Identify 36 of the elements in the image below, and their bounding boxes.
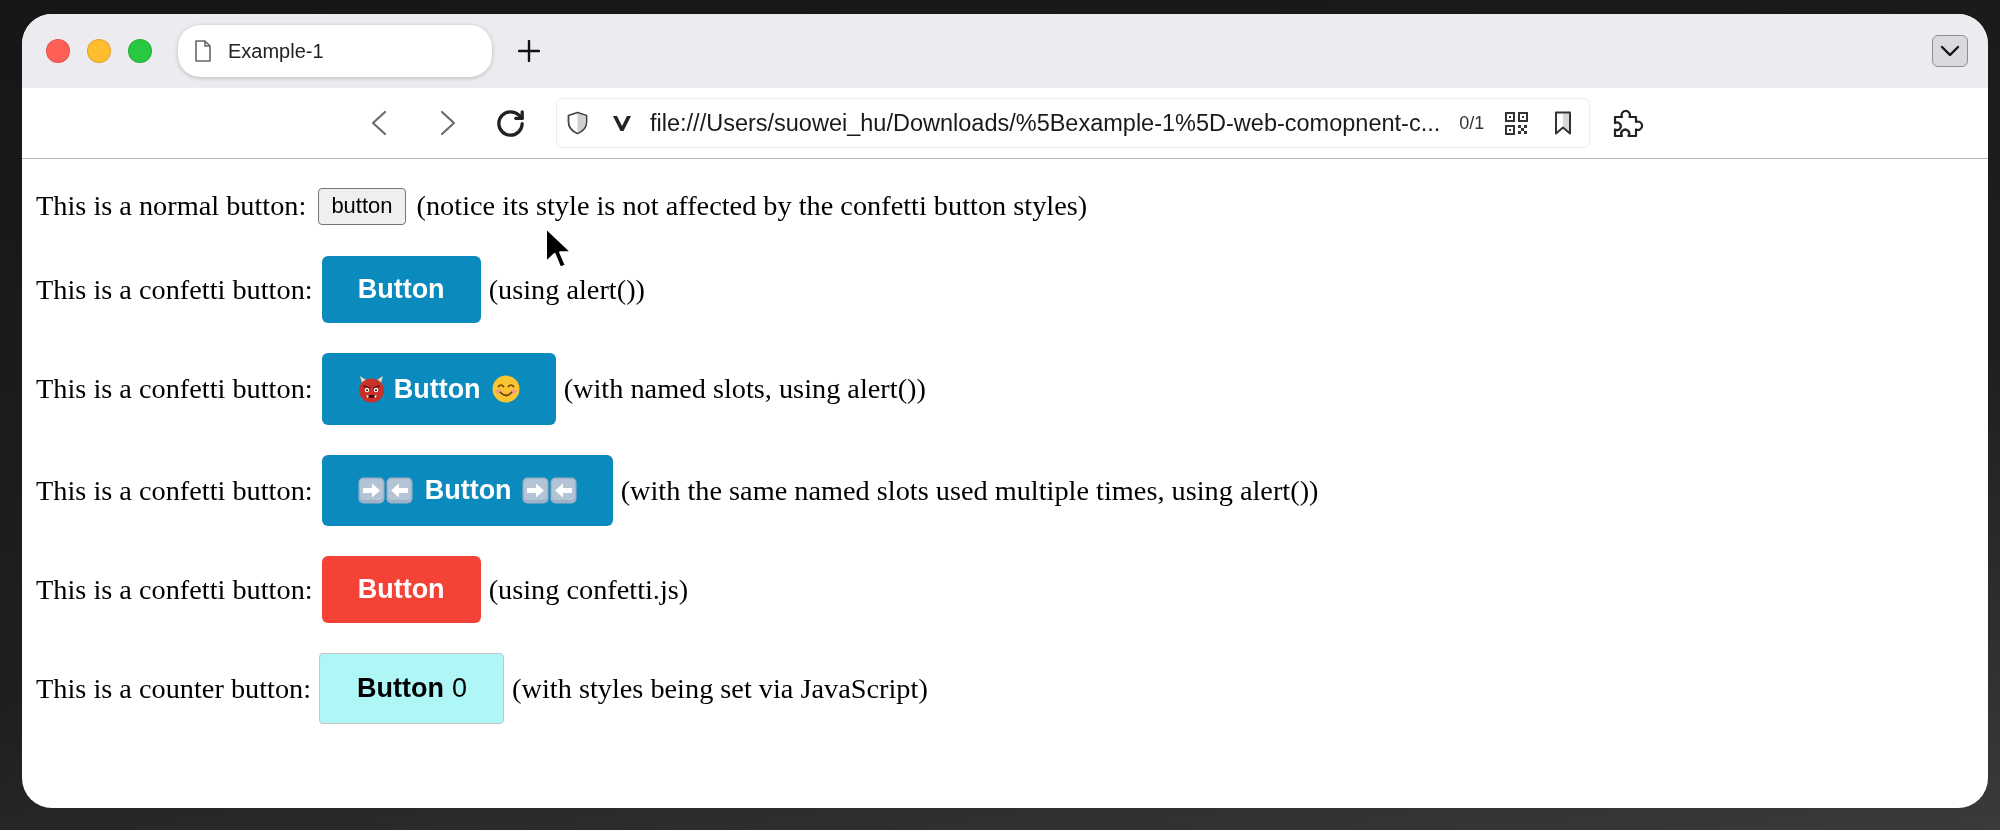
address-field[interactable]: file:///Users/suowei_hu/Downloads/%5Bexample-1%5D-web-comopnent-c... 0/1 [556, 98, 1590, 148]
browser-tab[interactable]: Example-1 [178, 25, 492, 77]
v-logo-icon [612, 114, 632, 132]
back-icon[interactable] [370, 110, 387, 136]
puzzle-icon[interactable] [1613, 108, 1644, 138]
description-text: (with styles being set via JavaScript) [512, 672, 928, 705]
bookmark-icon[interactable] [1554, 111, 1573, 135]
reload-icon[interactable] [497, 109, 524, 137]
smiling-face-icon [491, 375, 520, 403]
chevron-down-icon [1940, 45, 1960, 57]
tab-list-button[interactable] [1932, 35, 1968, 67]
label-text: This is a counter button: [36, 672, 312, 705]
native-button[interactable]: button [318, 187, 406, 225]
plus-icon[interactable] [518, 40, 540, 62]
label-text: This is a confetti button: [36, 373, 313, 405]
label-text: This is a confetti button: [36, 273, 313, 306]
monster-face-icon [357, 375, 385, 403]
confetti-button[interactable]: Button [321, 556, 481, 623]
label-text: This is a confetti button: [36, 474, 313, 507]
description-text: (with named slots, using alert()) [563, 373, 926, 405]
confetti-button[interactable]: Button [321, 353, 556, 425]
description-text: (using confetti.js) [488, 573, 689, 606]
label-text: This is a confetti button: [36, 573, 313, 606]
match-count: 0/1 [1459, 112, 1485, 134]
description-text: (notice its style is not affected by the confetti button styles) [416, 190, 1088, 222]
confetti-button[interactable]: Button [321, 256, 481, 323]
label-text: This is a normal button: [36, 190, 307, 222]
shield-icon[interactable] [567, 111, 588, 135]
qr-code-icon[interactable] [1505, 111, 1529, 135]
page-icon [195, 40, 211, 62]
description-text: (with the same named slots used multiple times, using alert()) [620, 474, 1319, 507]
confetti-button[interactable]: Button [321, 455, 613, 526]
counter-button[interactable]: Button 0 [319, 653, 505, 724]
close-button[interactable] [46, 39, 70, 63]
forward-icon[interactable] [440, 110, 457, 136]
description-text: (using alert()) [488, 273, 645, 306]
